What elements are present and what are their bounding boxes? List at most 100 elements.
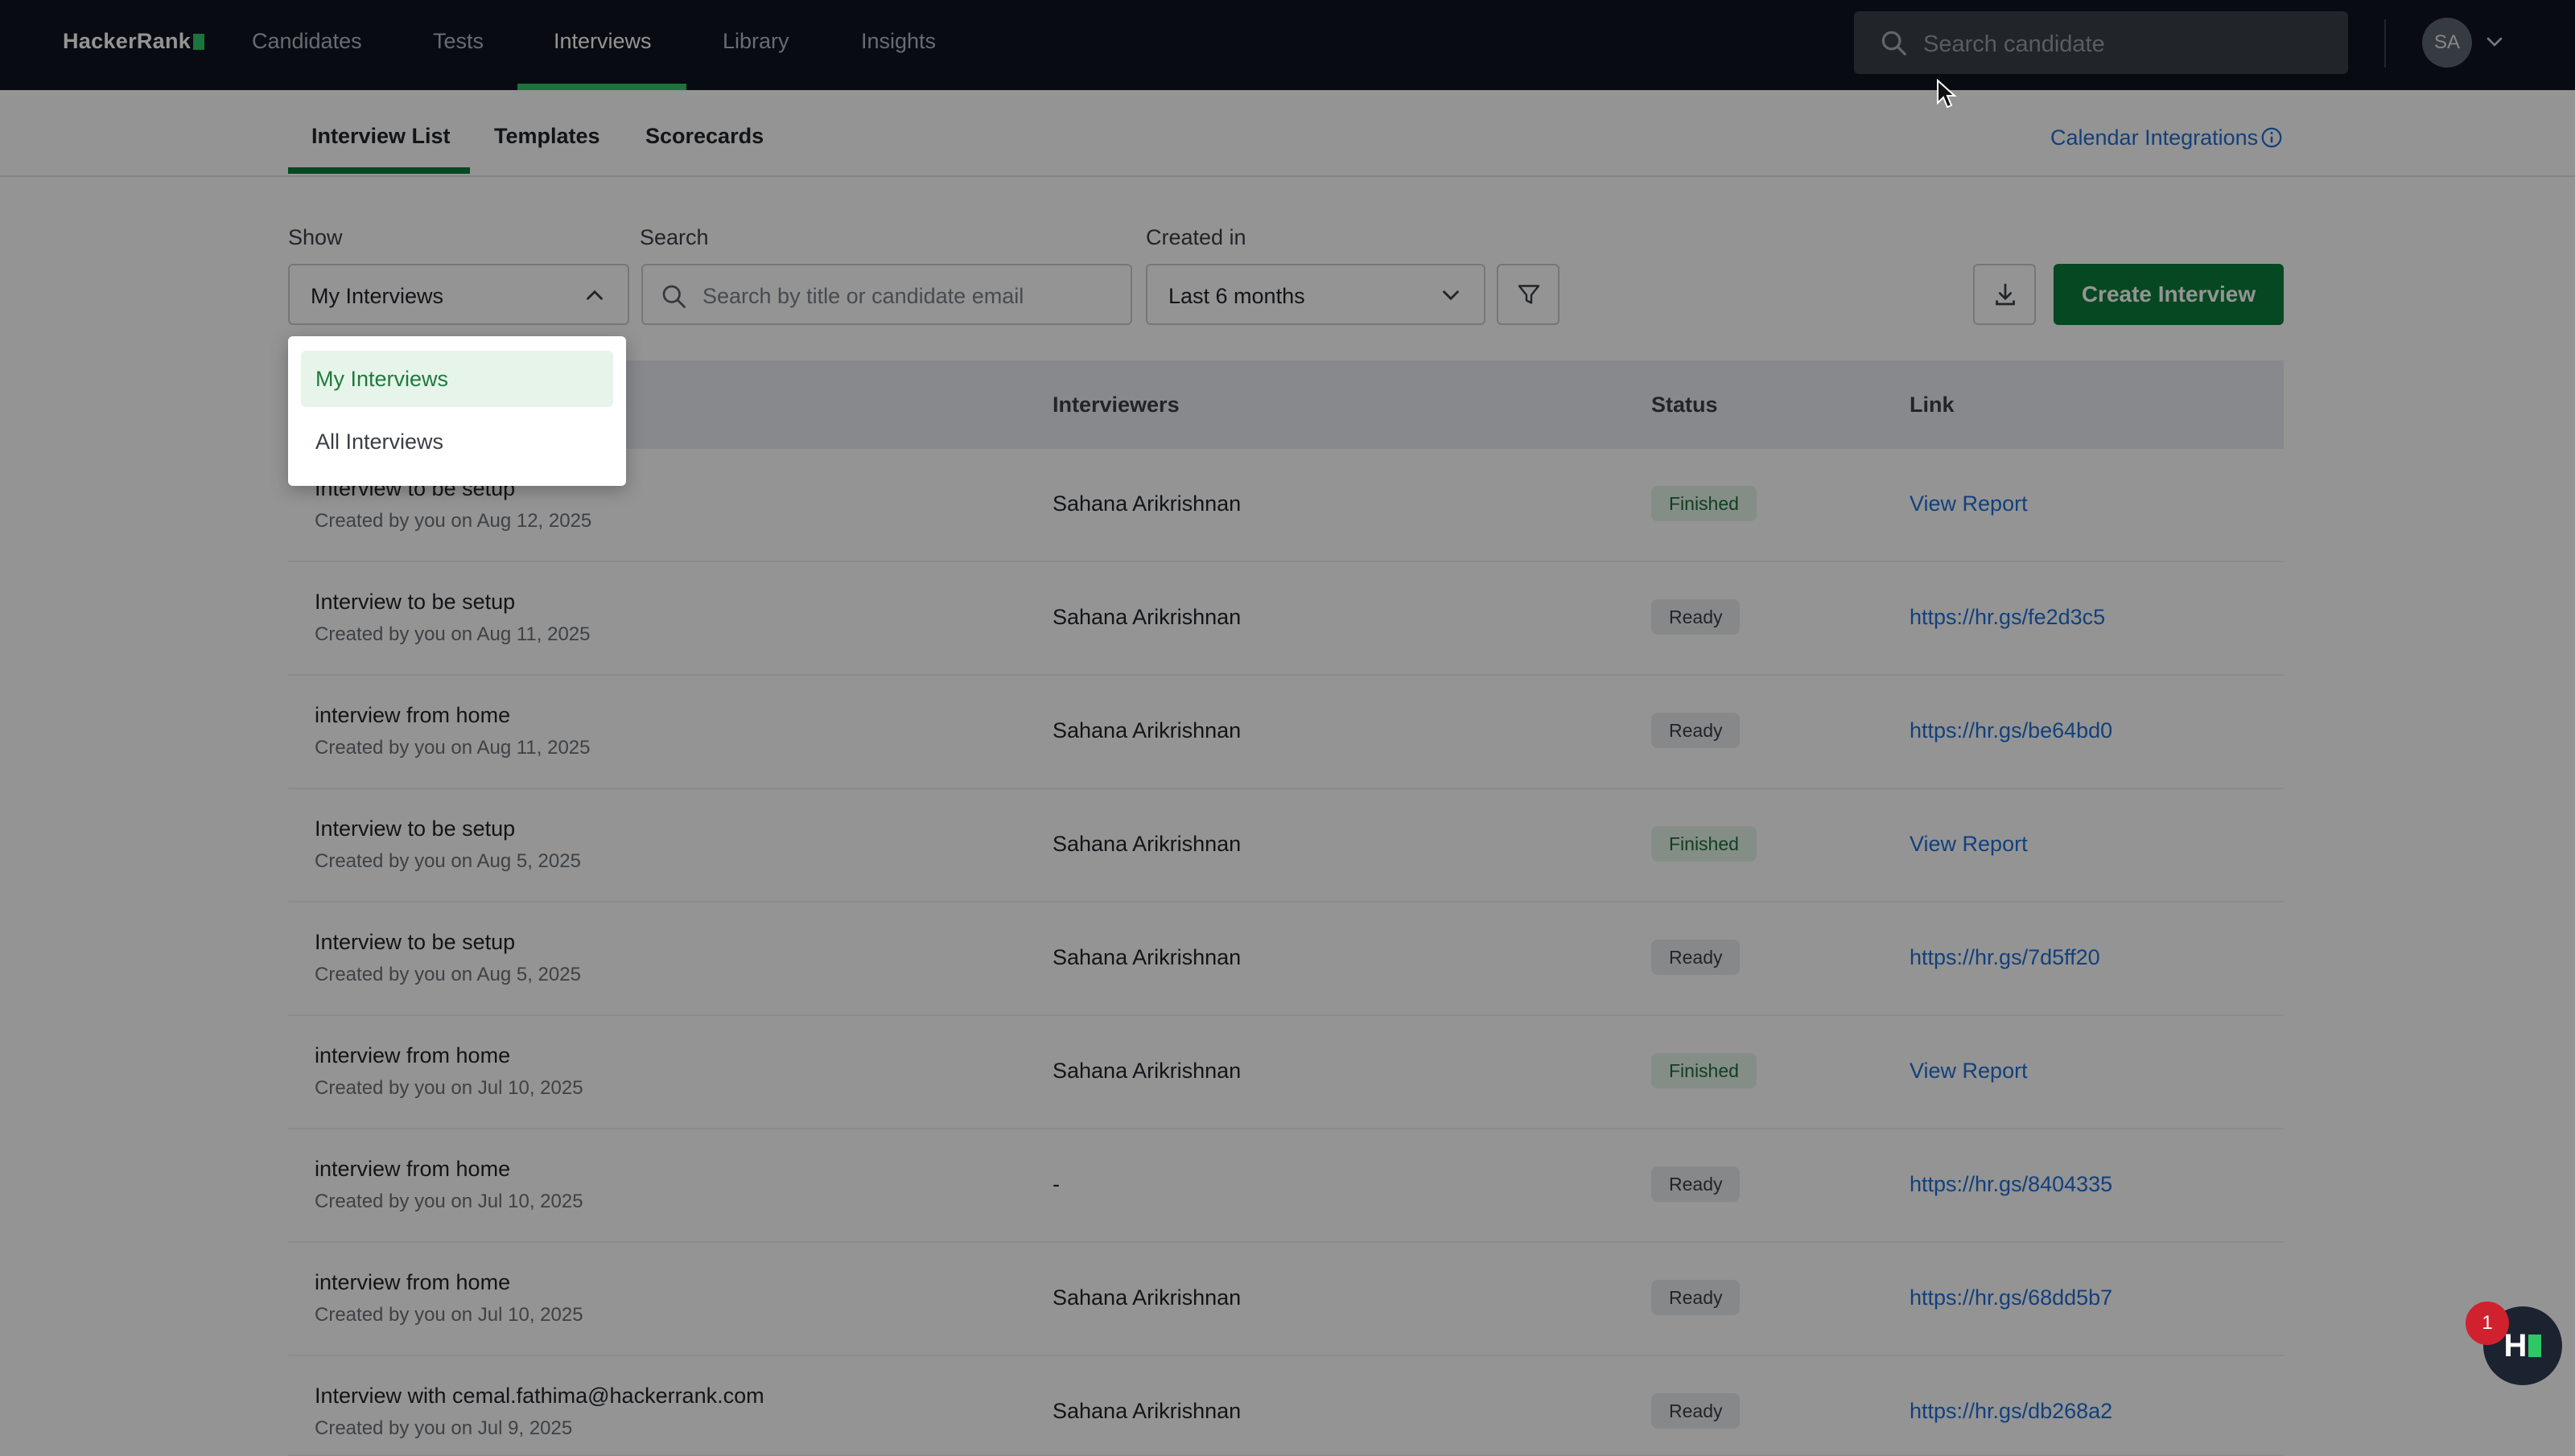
chevron-down-icon[interactable] [2482, 29, 2507, 55]
logo-mark-icon [193, 33, 205, 50]
table-row[interactable]: interview from home Created by you on Ju… [288, 1243, 2284, 1356]
help-mark-icon [2528, 1335, 2542, 1357]
table-row[interactable]: Interview with cemal.fathima@hackerrank.… [288, 1356, 2284, 1456]
created-in-value: Last 6 months [1168, 284, 1305, 308]
interview-title[interactable]: Interview with cemal.fathima@hackerrank.… [315, 1384, 764, 1409]
table-row[interactable]: interview from home Created by you on Au… [288, 676, 2284, 789]
search-label: Search [640, 225, 709, 249]
create-interview-button[interactable]: Create Interview [2054, 264, 2284, 325]
status-badge: Ready [1651, 599, 1741, 635]
created-in-select[interactable]: Last 6 months [1146, 264, 1485, 325]
nav-item-insights[interactable]: Insights [861, 29, 936, 54]
nav-item-tests[interactable]: Tests [433, 29, 484, 54]
interviewer-name: Sahana Arikrishnan [1053, 492, 1242, 516]
show-select-value: My Interviews [311, 284, 444, 308]
interview-link[interactable]: https://hr.gs/be64bd0 [1910, 718, 2112, 743]
logo-text: HackerRank [63, 29, 192, 53]
interview-link[interactable]: View Report [1910, 832, 2028, 857]
filter-icon [1518, 285, 1540, 304]
info-icon[interactable] [2260, 125, 2284, 150]
created-in-label: Created in [1146, 225, 1246, 249]
top-navbar: HackerRank Candidates Tests Interviews L… [0, 0, 2575, 90]
interviewer-name: Sahana Arikrishnan [1053, 945, 1242, 969]
interview-title[interactable]: interview from home [315, 1157, 510, 1182]
tab-scorecards[interactable]: Scorecards [645, 124, 764, 149]
tab-active-indicator [288, 167, 470, 174]
status-badge: Ready [1651, 1280, 1741, 1315]
interview-created: Created by you on Jul 10, 2025 [315, 1191, 583, 1212]
nav-item-interviews[interactable]: Interviews [554, 29, 652, 54]
user-avatar[interactable]: SA [2422, 18, 2472, 68]
interview-link[interactable]: https://hr.gs/7d5ff20 [1910, 945, 2100, 970]
mouse-cursor-icon [1937, 79, 1957, 109]
status-badge: Ready [1651, 1393, 1741, 1429]
interview-created: Created by you on Jul 10, 2025 [315, 1304, 583, 1326]
notification-badge: 1 [2466, 1302, 2509, 1345]
interview-title[interactable]: Interview to be setup [315, 590, 515, 615]
hackerrank-logo[interactable]: HackerRank [63, 29, 205, 54]
nav-active-indicator [517, 84, 686, 90]
navbar-divider [2384, 19, 2386, 68]
tab-interview-list[interactable]: Interview List [311, 124, 451, 149]
interview-created: Created by you on Aug 12, 2025 [315, 510, 592, 532]
interviewer-name: Sahana Arikrishnan [1053, 832, 1242, 856]
status-badge: Ready [1651, 940, 1741, 975]
chevron-up-icon [587, 290, 603, 300]
nav-item-candidates[interactable]: Candidates [252, 29, 362, 54]
interview-subtabs: Interview List Templates Scorecards Cale… [0, 90, 2575, 177]
interview-created: Created by you on Jul 9, 2025 [315, 1417, 573, 1439]
interview-title[interactable]: interview from home [315, 703, 510, 728]
column-header-interviewers: Interviewers [1053, 393, 1180, 417]
interviewer-name: Sahana Arikrishnan [1053, 605, 1242, 629]
download-button[interactable] [1973, 264, 2036, 325]
table-row[interactable]: Interview to be setup Created by you on … [288, 789, 2284, 903]
show-label: Show [288, 225, 343, 249]
table-row[interactable]: interview from home Created by you on Ju… [288, 1016, 2284, 1129]
interviewer-name: Sahana Arikrishnan [1053, 1285, 1242, 1310]
interview-created: Created by you on Aug 5, 2025 [315, 964, 581, 985]
status-badge: Finished [1651, 826, 1757, 862]
interview-created: Created by you on Aug 11, 2025 [315, 737, 591, 759]
status-badge: Finished [1651, 1053, 1757, 1088]
filter-button[interactable] [1497, 264, 1559, 325]
dropdown-option-my-interviews[interactable]: My Interviews [301, 351, 613, 407]
interview-link[interactable]: https://hr.gs/8404335 [1910, 1172, 2112, 1197]
dropdown-option-all-interviews[interactable]: All Interviews [301, 413, 613, 470]
interview-link[interactable]: https://hr.gs/68dd5b7 [1910, 1285, 2112, 1310]
interview-title[interactable]: Interview to be setup [315, 930, 515, 955]
calendar-integrations-link[interactable]: Calendar Integrations [2050, 125, 2258, 150]
table-row[interactable]: Interview to be setup Created by you on … [288, 903, 2284, 1016]
nav-item-library[interactable]: Library [723, 29, 789, 54]
table-row[interactable]: Interview to be setup Created by you on … [288, 562, 2284, 676]
interview-created: Created by you on Jul 10, 2025 [315, 1077, 583, 1099]
chevron-down-icon [1443, 290, 1459, 301]
interview-search-input[interactable]: Search by title or candidate email [641, 264, 1132, 325]
interview-created: Created by you on Aug 5, 2025 [315, 850, 581, 872]
show-select[interactable]: My Interviews [288, 264, 629, 325]
download-icon [1996, 283, 2015, 306]
candidate-search-input[interactable]: Search candidate [1854, 11, 2348, 74]
interviewer-name: Sahana Arikrishnan [1053, 1399, 1242, 1423]
status-badge: Finished [1651, 486, 1757, 521]
interviewer-name: Sahana Arikrishnan [1053, 718, 1242, 742]
interview-link[interactable]: View Report [1910, 492, 2028, 516]
help-chat-label: H [2503, 1327, 2528, 1363]
interviewer-name: Sahana Arikrishnan [1053, 1059, 1242, 1083]
search-icon [662, 285, 686, 308]
interview-created: Created by you on Aug 11, 2025 [315, 623, 591, 645]
status-badge: Ready [1651, 1166, 1741, 1202]
interview-search-placeholder: Search by title or candidate email [702, 284, 1024, 308]
table-row[interactable]: interview from home Created by you on Ju… [288, 1129, 2284, 1243]
show-dropdown-menu: My Interviews All Interviews [288, 336, 626, 486]
tab-templates[interactable]: Templates [494, 124, 600, 149]
interview-title[interactable]: interview from home [315, 1270, 510, 1295]
status-badge: Ready [1651, 713, 1741, 748]
candidate-search-placeholder: Search candidate [1923, 31, 2105, 57]
interview-link[interactable]: View Report [1910, 1059, 2028, 1084]
column-header-link: Link [1910, 393, 1955, 417]
interview-title[interactable]: interview from home [315, 1043, 510, 1068]
column-header-status: Status [1651, 393, 1718, 417]
interview-link[interactable]: https://hr.gs/db268a2 [1910, 1399, 2112, 1424]
interview-title[interactable]: Interview to be setup [315, 816, 515, 841]
interview-link[interactable]: https://hr.gs/fe2d3c5 [1910, 605, 2105, 630]
